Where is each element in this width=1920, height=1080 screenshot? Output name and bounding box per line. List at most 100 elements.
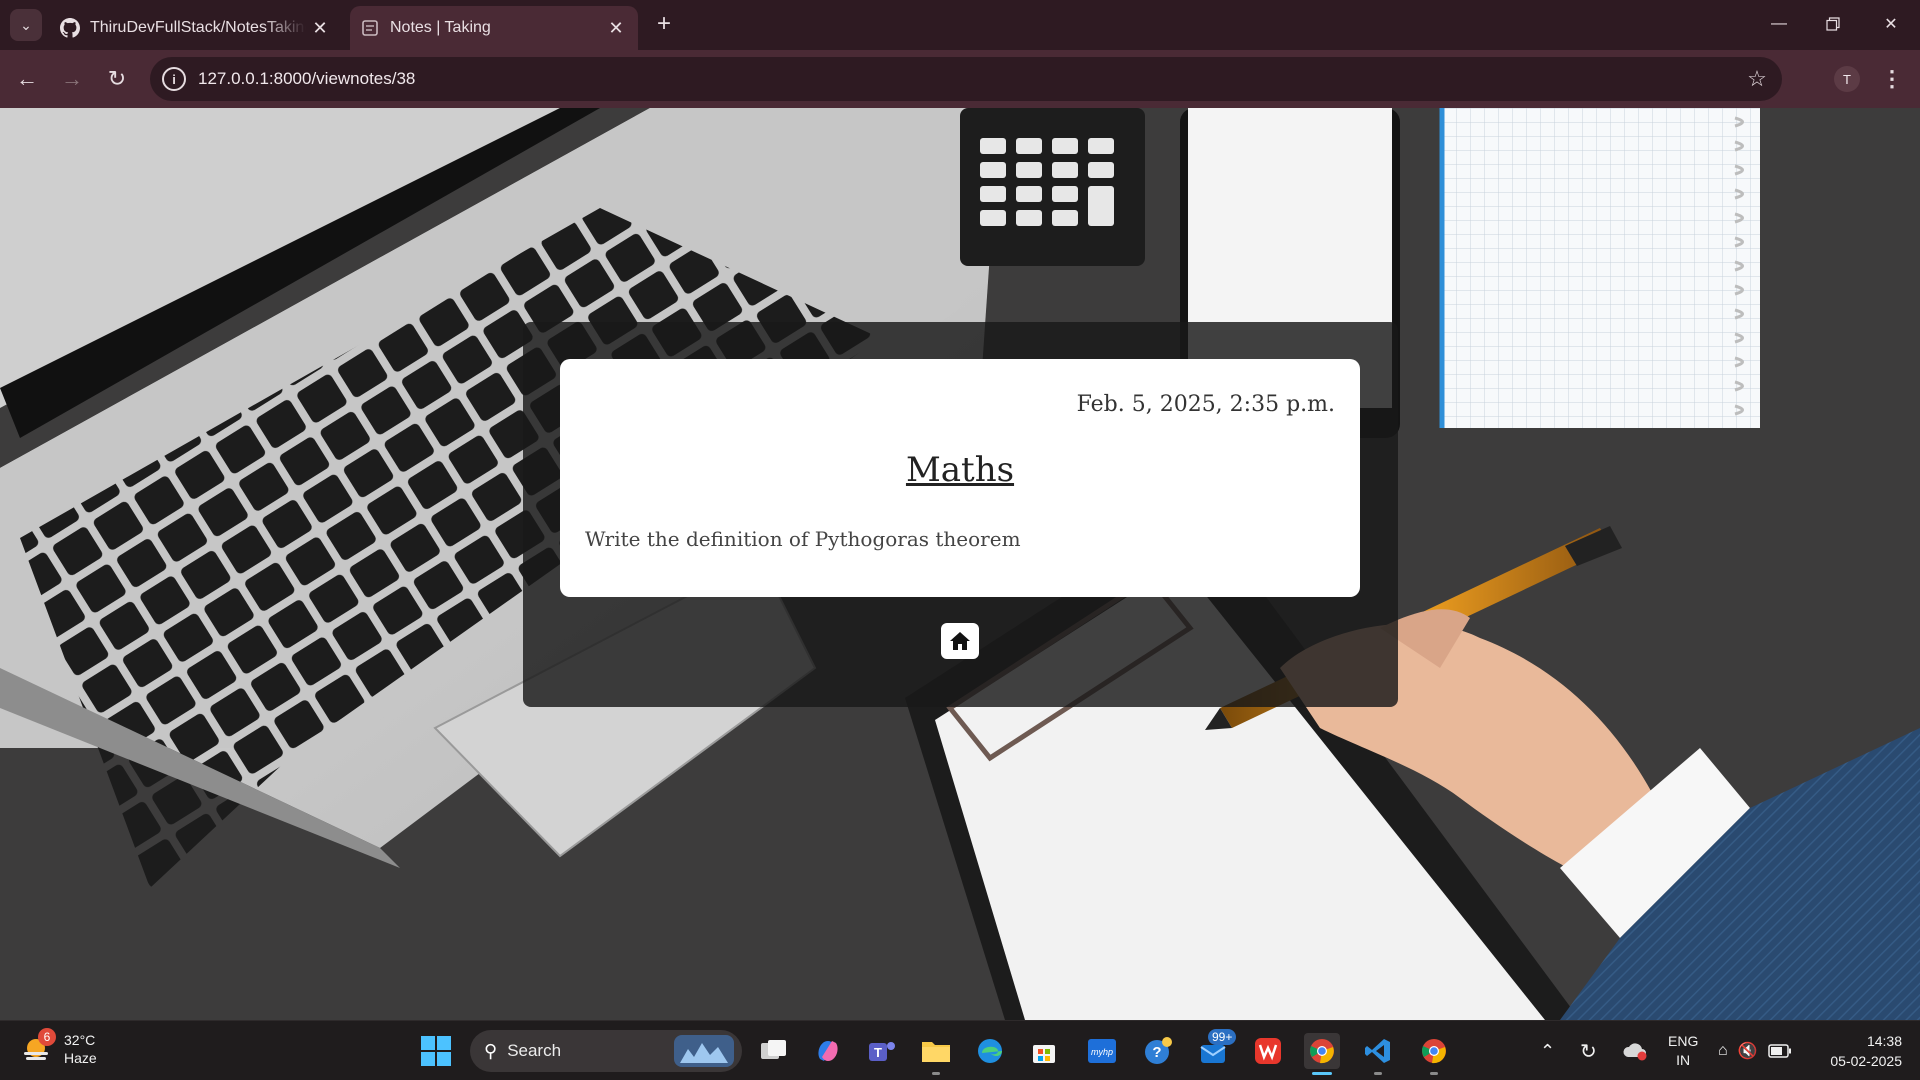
arrow-right-icon: → (61, 66, 83, 91)
tab-github[interactable]: ThiruDevFullStack/NotesTaking/ ✕ (50, 6, 342, 50)
sync-tray-icon[interactable]: ↻ (1580, 1021, 1597, 1080)
profile-avatar[interactable]: T (1834, 66, 1860, 92)
note-card: Feb. 5, 2025, 2:35 p.m. Maths Write the … (560, 359, 1360, 597)
windows-logo-icon (421, 1036, 451, 1066)
store-button[interactable] (1026, 1033, 1062, 1069)
tray-overflow-button[interactable]: ⌃ (1540, 1021, 1555, 1080)
folder-icon (922, 1042, 950, 1062)
help-icon: ? (1145, 1037, 1172, 1064)
myhp-button[interactable]: myhp (1084, 1033, 1120, 1069)
chrome-icon (1310, 1039, 1334, 1064)
onedrive-tray-icon[interactable] (1622, 1021, 1648, 1080)
mail-count-badge: 99+ (1208, 1029, 1237, 1045)
clock-time: 14:38 (1866, 1033, 1902, 1049)
region-code: IN (1676, 1052, 1691, 1068)
note-title: Maths (905, 450, 1015, 490)
bookmark-star-icon[interactable]: ☆ (1740, 66, 1774, 92)
vscode-button[interactable] (1360, 1033, 1396, 1075)
browser-toolbar: ← → ↻ i 127.0.0.1:8000/viewnotes/38 ☆ T … (0, 50, 1920, 108)
copilot-icon (818, 1041, 838, 1061)
sync-icon: ↻ (1580, 1040, 1597, 1063)
weather-condition: Haze (64, 1050, 97, 1066)
chevron-down-icon: ⌄ (20, 16, 32, 33)
note-body: Write the definition of Pythogoras theor… (585, 527, 1021, 551)
close-tab-icon[interactable]: ✕ (602, 14, 630, 42)
address-bar[interactable]: i 127.0.0.1:8000/viewnotes/38 ☆ (150, 57, 1782, 101)
browser-menu-icon[interactable]: ⋮ (1876, 63, 1908, 95)
svg-text:T: T (874, 1045, 882, 1060)
close-tab-icon[interactable]: ✕ (306, 14, 334, 42)
github-icon (60, 18, 80, 38)
weather-temperature: 32°C (64, 1032, 96, 1048)
minimize-button[interactable]: — (1756, 8, 1802, 40)
running-indicator (932, 1072, 940, 1075)
reload-button[interactable]: ↻ (101, 63, 133, 95)
tab-title: ThiruDevFullStack/NotesTaking/ (90, 19, 306, 36)
active-app-indicator (1312, 1072, 1332, 1075)
weather-alert-badge: 6 (38, 1028, 56, 1046)
vscode-icon (1365, 1039, 1390, 1063)
volume-muted-icon: 🔇 (1737, 1043, 1758, 1060)
url-text[interactable]: 127.0.0.1:8000/viewnotes/38 (198, 69, 1740, 89)
search-highlight-icon (674, 1035, 734, 1067)
page-viewport: Feb. 5, 2025, 2:35 p.m. Maths Write the … (0, 108, 1920, 1020)
battery-icon (1767, 1044, 1791, 1058)
cloud-error-icon (1623, 1043, 1647, 1061)
store-icon (1033, 1045, 1055, 1063)
chrome-icon (1422, 1039, 1446, 1064)
task-view-button[interactable] (756, 1033, 792, 1069)
restore-button[interactable] (1810, 8, 1856, 40)
svg-text:myhp: myhp (1091, 1047, 1113, 1057)
copilot-button[interactable] (810, 1033, 846, 1069)
tab-title: Notes | Taking (390, 19, 491, 36)
system-clock[interactable]: 14:38 05-02-2025 (1810, 1031, 1902, 1071)
myhp-icon: myhp (1088, 1039, 1116, 1063)
svg-text:?: ? (1152, 1044, 1161, 1061)
teams-icon: T (869, 1042, 895, 1061)
taskbar-search[interactable]: ⚲ Search (470, 1030, 742, 1072)
browser-tab-bar: ⌄ ThiruDevFullStack/NotesTaking/ ✕ Notes… (0, 0, 1920, 50)
language-indicator[interactable]: ENG IN (1668, 1021, 1698, 1080)
home-button[interactable] (941, 623, 979, 659)
search-icon: ⚲ (484, 1040, 498, 1061)
forward-button[interactable]: → (56, 63, 88, 95)
close-icon: ✕ (1884, 16, 1898, 33)
weather-haze-icon: 6 (20, 1028, 56, 1066)
weather-widget[interactable]: 6 32°C Haze (20, 1028, 97, 1067)
wifi-icon: ⌂ (1718, 1042, 1728, 1059)
task-view-icon (761, 1040, 786, 1059)
file-explorer-button[interactable] (918, 1033, 954, 1075)
close-window-button[interactable]: ✕ (1868, 8, 1914, 40)
edge-icon (978, 1039, 1002, 1063)
chevron-up-icon: ⌃ (1540, 1040, 1556, 1061)
back-button[interactable]: ← (11, 63, 43, 95)
restore-icon (1826, 17, 1840, 31)
tab-notes[interactable]: Notes | Taking ✕ (350, 6, 638, 50)
new-tab-button[interactable]: + (650, 10, 678, 38)
mail-button[interactable]: 99+ (1196, 1029, 1237, 1069)
chrome-profile-button[interactable] (1416, 1033, 1452, 1075)
edge-button[interactable] (972, 1033, 1008, 1069)
arrow-left-icon: ← (16, 66, 38, 91)
chrome-button[interactable] (1304, 1033, 1340, 1075)
page-icon (360, 18, 380, 38)
minimize-icon: — (1771, 15, 1787, 32)
start-button[interactable] (420, 1035, 452, 1067)
search-placeholder: Search (507, 1041, 562, 1060)
tab-search-button[interactable]: ⌄ (10, 9, 42, 41)
reload-icon: ↻ (107, 66, 127, 91)
windows-taskbar: 6 32°C Haze ⚲ Search T myhp ? 99+ ⌃ ↻ EN… (0, 1020, 1920, 1080)
plus-icon: + (656, 10, 671, 37)
teams-button[interactable]: T (864, 1033, 900, 1069)
note-date: Feb. 5, 2025, 2:35 p.m. (1076, 392, 1335, 417)
wps-icon (1255, 1038, 1281, 1064)
running-indicator (1430, 1072, 1438, 1075)
help-button[interactable]: ? (1140, 1033, 1176, 1069)
home-icon (950, 632, 970, 650)
info-icon[interactable]: i (162, 67, 186, 91)
running-indicator (1374, 1072, 1382, 1075)
clock-date: 05-02-2025 (1830, 1053, 1902, 1069)
network-volume-battery[interactable]: ⌂ 🔇 (1718, 1021, 1792, 1080)
wps-office-button[interactable] (1250, 1033, 1286, 1069)
language-code: ENG (1668, 1033, 1699, 1049)
